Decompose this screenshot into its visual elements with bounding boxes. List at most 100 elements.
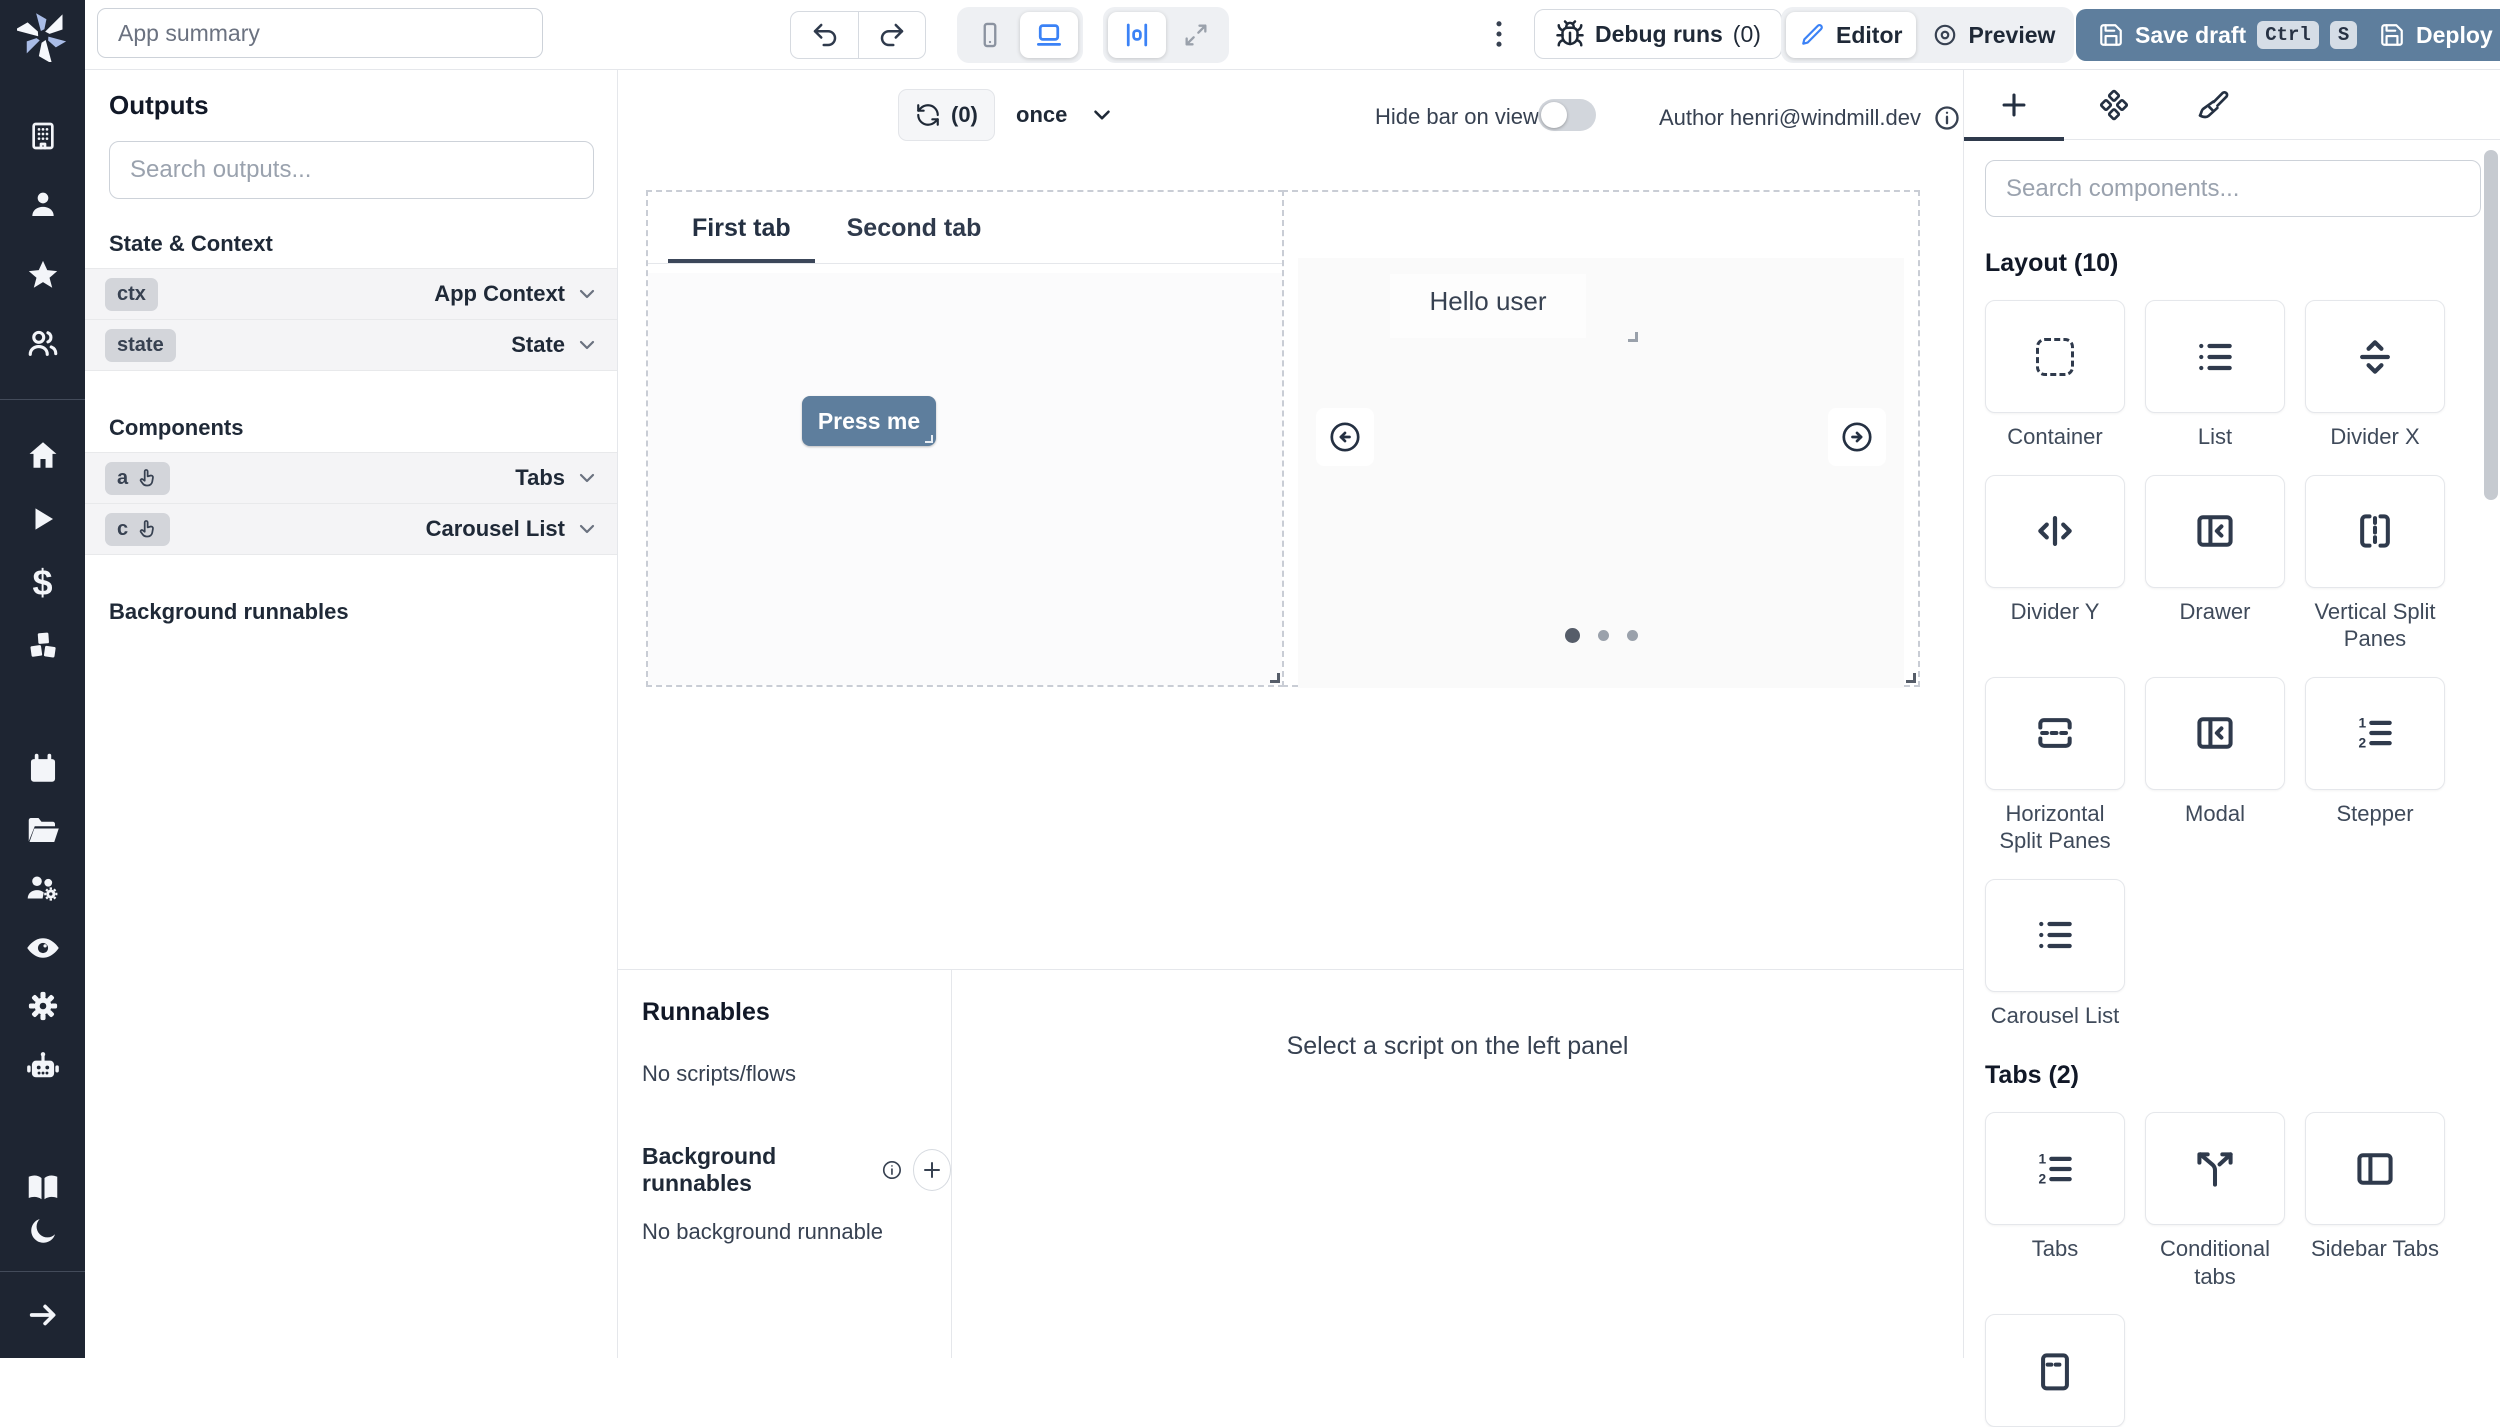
scrollbar-thumb[interactable] [2484,150,2498,500]
carousel-component[interactable]: Hello user [1282,190,1920,687]
tab-theme-styling[interactable] [2164,89,2264,121]
star-icon[interactable] [0,258,85,292]
tabs-component[interactable]: First tab Second tab Press me [646,190,1284,687]
refresh-button[interactable]: (0) [898,89,995,141]
building-icon[interactable] [0,120,85,152]
redo-icon [877,20,907,50]
more-options-button[interactable] [1481,16,1517,52]
users-gear-icon[interactable] [0,870,85,906]
search-components-input[interactable] [1985,160,2481,217]
ctx-badge: ctx [105,278,158,311]
arrow-right-icon[interactable] [0,1298,85,1332]
windmill-logo-icon[interactable] [0,10,85,62]
resize-handle[interactable] [1628,332,1638,342]
component-card-label: Conditional tabs [2145,1235,2285,1290]
app-summary-input[interactable] [97,8,543,58]
author-label: Author henri@windmill.dev [1659,105,1921,131]
component-card-stepper[interactable]: 1 2 [2305,677,2445,790]
book-open-icon[interactable] [0,1170,85,1206]
info-icon[interactable] [881,1158,903,1182]
folder-open-icon[interactable] [0,812,85,848]
component-card-label: Modal [2185,800,2245,828]
boxes-icon[interactable] [0,628,85,662]
component-card-sidebar-tabs[interactable] [2305,1112,2445,1225]
tab-first[interactable]: First tab [668,192,815,263]
desktop-view-button[interactable] [1020,12,1078,58]
carousel-list-icon [2033,913,2077,957]
component-card-carousel-list[interactable] [1985,879,2125,992]
component-row-c[interactable]: c Carousel List [85,503,617,555]
carousel-dot[interactable] [1598,630,1609,641]
components-panel-tabs [1964,70,2500,140]
component-card-drawer[interactable] [2145,475,2285,588]
output-row-ctx[interactable]: ctx App Context [85,268,617,320]
carousel-dot[interactable] [1627,630,1638,641]
component-card-modal[interactable] [2145,677,2285,790]
carousel-next-button[interactable] [1828,408,1886,466]
component-card-tabs[interactable]: 1 2 [1985,1112,2125,1225]
add-background-runnable-button[interactable] [913,1149,952,1191]
users-icon[interactable] [0,326,85,360]
user-icon[interactable] [0,188,85,220]
debug-runs-label: Debug runs [1595,21,1723,48]
eye-icon[interactable] [0,930,85,966]
search-outputs-input[interactable] [109,141,594,199]
output-row-state[interactable]: state State [85,319,617,371]
tab-component-settings[interactable] [2064,89,2164,121]
smartphone-icon [976,21,1004,49]
save-draft-button[interactable]: Save draft Ctrl S [2076,9,2379,61]
press-me-button[interactable]: Press me [802,396,936,446]
robot-icon[interactable] [0,1048,85,1086]
carousel-text-widget[interactable]: Hello user [1390,274,1586,338]
resize-handle[interactable] [925,435,933,443]
topbar: Debug runs (0) Editor Preview Save draft… [85,0,2500,70]
component-card-container[interactable] [1985,300,2125,413]
gear-icon[interactable] [0,988,85,1024]
chevron-down-icon[interactable] [575,333,599,357]
home-icon[interactable] [0,438,85,472]
component-c-id: c [117,518,128,541]
info-icon[interactable] [1933,104,1961,132]
component-card-divider-x[interactable] [2305,300,2445,413]
plus-icon [1997,88,2031,122]
tabs-icon: 1 2 [2033,1147,2077,1191]
undo-icon [810,20,840,50]
pencil-icon [1800,22,1826,48]
editor-tab[interactable]: Editor [1786,12,1916,58]
hide-bar-toggle[interactable] [1538,99,1596,131]
redo-button[interactable] [858,11,926,59]
play-icon[interactable] [0,504,85,534]
deploy-button[interactable]: Deploy [2357,9,2500,61]
component-card-vertical-split[interactable] [2305,475,2445,588]
component-row-a[interactable]: a Tabs [85,452,617,504]
component-card-label: Divider Y [2011,598,2100,626]
component-card-partial[interactable] [1985,1314,2125,1427]
mobile-view-button[interactable] [962,12,1018,58]
fullscreen-button[interactable] [1168,12,1224,58]
carousel-text: Hello user [1429,286,1546,317]
debug-runs-button[interactable]: Debug runs (0) [1534,9,1782,59]
chevron-down-icon[interactable] [575,282,599,306]
tabs-components-grid: 1 2 Tabs Conditional tabs [1985,1112,2500,1427]
component-card-conditional-tabs[interactable] [2145,1112,2285,1225]
tab-insert-component[interactable] [1964,88,2064,122]
component-card-list[interactable] [2145,300,2285,413]
preview-tab[interactable]: Preview [1918,12,2069,58]
carousel-prev-button[interactable] [1316,408,1374,466]
bug-icon [1555,19,1585,49]
calendar-icon[interactable] [0,752,85,786]
component-card-divider-y[interactable] [1985,475,2125,588]
resize-handle[interactable] [1270,673,1280,683]
centered-layout-button[interactable] [1108,12,1166,58]
dollar-icon[interactable]: $ [0,562,85,604]
component-card-horizontal-split[interactable] [1985,677,2125,790]
carousel-dot-active[interactable] [1565,628,1580,643]
tab-second[interactable]: Second tab [823,192,1006,263]
chevron-down-icon[interactable] [575,517,599,541]
moon-icon[interactable] [0,1214,85,1248]
resize-handle[interactable] [1906,673,1916,683]
refresh-mode-dropdown[interactable]: once [1016,102,1115,128]
chevron-down-icon [1089,102,1115,128]
undo-button[interactable] [790,11,858,59]
chevron-down-icon[interactable] [575,466,599,490]
